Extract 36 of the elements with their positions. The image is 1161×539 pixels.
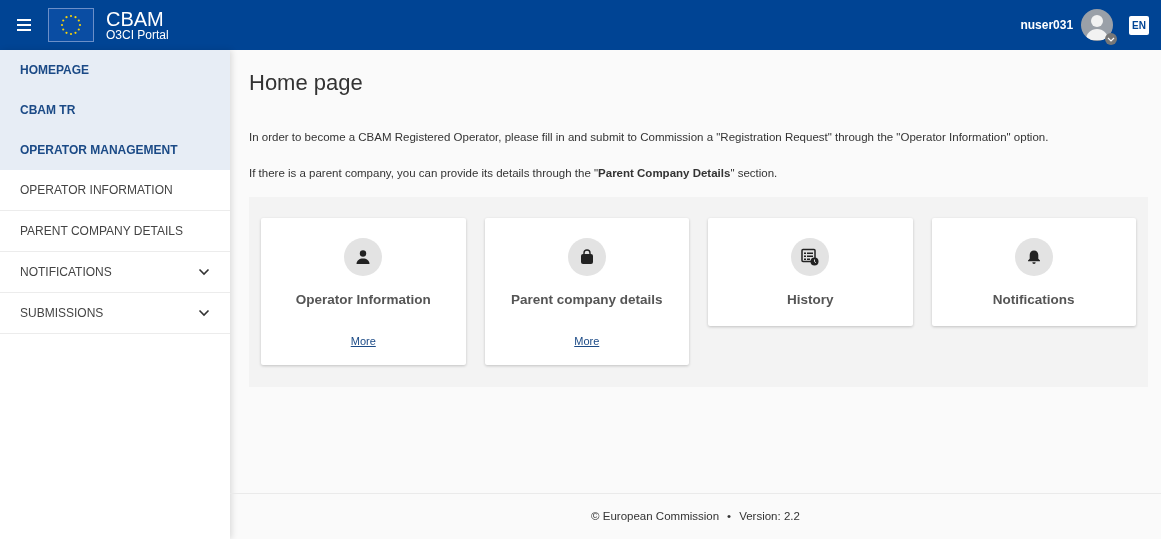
sidebar-group[interactable]: SUBMISSIONS (0, 293, 230, 334)
card-title: History (787, 290, 834, 309)
separator-dot: • (727, 508, 732, 524)
intro-text: In order to become a CBAM Registered Operator, please fill in and submit to Commission a "Registration Request" through the "Operator Information" option. (249, 130, 1050, 145)
more-link[interactable]: More (350, 332, 376, 350)
sidebar-section-link[interactable]: CBAM TR (0, 90, 230, 130)
feature-card[interactable]: Notifications (931, 217, 1136, 326)
card-title: Parent company details (510, 290, 663, 309)
list-clock-icon (801, 247, 820, 266)
chevron-down-icon (198, 268, 210, 276)
bag-icon (578, 248, 595, 265)
eu-flag-logo (48, 8, 94, 42)
language-button[interactable]: EN (1129, 15, 1149, 35)
feature-card[interactable]: History (708, 217, 913, 326)
sidebar-item[interactable]: PARENT COMPANY DETAILS (0, 211, 230, 252)
feature-card[interactable]: Operator Information More (261, 217, 466, 366)
dropdown-icon (1105, 33, 1118, 45)
version-text: Version: 2.2 (739, 508, 800, 524)
sidebar-group[interactable]: NOTIFICATIONS (0, 252, 230, 293)
sidebar-section-link[interactable]: OPERATOR MANAGEMENT (0, 130, 230, 170)
sidebar-item[interactable]: OPERATOR INFORMATION (0, 170, 230, 211)
copyright-text: © European Commission (591, 508, 720, 524)
card-title: Notifications (992, 290, 1075, 309)
chevron-down-icon (198, 309, 210, 317)
person-icon (355, 248, 372, 265)
intro-text: If there is a parent company, you can provide its details through the "Parent Company Details" section. (249, 166, 779, 182)
card-title: Operator Information (295, 290, 431, 309)
feature-card[interactable]: Parent company details More (484, 217, 689, 366)
page-title: Home page (249, 69, 364, 97)
username: nuser031 (1020, 17, 1074, 34)
app-subtitle: O3CI Portal (106, 29, 169, 41)
more-link[interactable]: More (574, 332, 600, 350)
bell-icon (1025, 248, 1042, 265)
menu-icon (17, 19, 31, 31)
app-title: CBAM (106, 9, 165, 29)
sidebar-section-link[interactable]: HOMEPAGE (0, 50, 230, 90)
